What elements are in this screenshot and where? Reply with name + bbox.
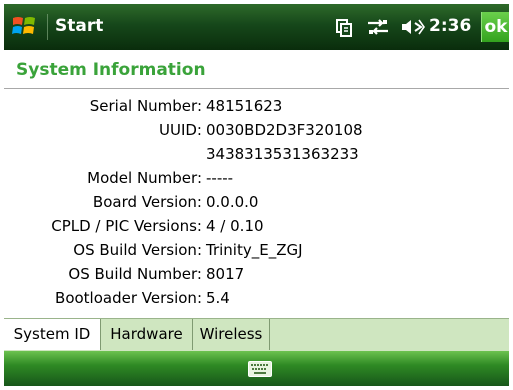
system-info-panel: Serial Number: 48151623 UUID: 0030BD2D3F…	[4, 89, 509, 318]
tab-wireless[interactable]: Wireless	[193, 319, 270, 350]
info-row-bootloader-version: Bootloader Version: 5.4	[4, 286, 509, 310]
page-header: System Information	[4, 50, 509, 88]
info-label: Bootloader Version:	[55, 289, 202, 307]
info-label: UUID:	[159, 121, 202, 139]
info-label: OS Build Number:	[68, 265, 202, 283]
start-flag-icon[interactable]	[11, 13, 37, 39]
info-label: OS Build Version:	[73, 241, 202, 259]
info-label: Serial Number:	[89, 97, 202, 115]
info-value: 0030BD2D3F320108	[206, 121, 363, 139]
volume-icon[interactable]	[400, 17, 426, 37]
info-value: -----	[206, 169, 234, 187]
info-value: Trinity_E_ZGJ	[206, 241, 303, 259]
title-separator	[47, 14, 48, 40]
tab-system-id[interactable]: System ID	[4, 319, 101, 350]
info-row-os-build-number: OS Build Number: 8017	[4, 262, 509, 286]
data-sync-icon[interactable]	[366, 17, 390, 37]
keyboard-icon[interactable]	[248, 361, 272, 377]
info-row-board-version: Board Version: 0.0.0.0	[4, 190, 509, 214]
info-label: Model Number:	[87, 169, 202, 187]
info-label: CPLD / PIC Versions:	[51, 217, 202, 235]
info-row-uuid-continued: 3438313531363233	[4, 142, 509, 166]
page-title: System Information	[16, 60, 206, 80]
info-row-serial-number: Serial Number: 48151623	[4, 94, 509, 118]
info-value: 4 / 0.10	[206, 217, 264, 235]
bottom-softkey-bar	[4, 351, 509, 386]
info-label: Board Version:	[92, 193, 202, 211]
start-label[interactable]: Start	[55, 16, 103, 36]
title-bar: Start 2:36 ok	[4, 4, 509, 50]
ok-button[interactable]: ok	[481, 12, 509, 42]
info-value: 8017	[206, 265, 245, 283]
tab-hardware[interactable]: Hardware	[101, 319, 193, 350]
info-value: 0.0.0.0	[206, 193, 259, 211]
info-row-os-build-version: OS Build Version: Trinity_E_ZGJ	[4, 238, 509, 262]
info-value: 3438313531363233	[206, 145, 359, 163]
info-value: 48151623	[206, 97, 283, 115]
clock-time[interactable]: 2:36	[429, 16, 471, 36]
info-row-cpld-pic-versions: CPLD / PIC Versions: 4 / 0.10	[4, 214, 509, 238]
connectivity-icon[interactable]	[335, 17, 353, 37]
info-value: 5.4	[206, 289, 230, 307]
tab-bar: System ID Hardware Wireless	[4, 318, 509, 351]
info-row-model-number: Model Number: -----	[4, 166, 509, 190]
info-row-uuid: UUID: 0030BD2D3F320108	[4, 118, 509, 142]
device-screen: Start 2:36 ok System Information Serial …	[4, 4, 509, 386]
